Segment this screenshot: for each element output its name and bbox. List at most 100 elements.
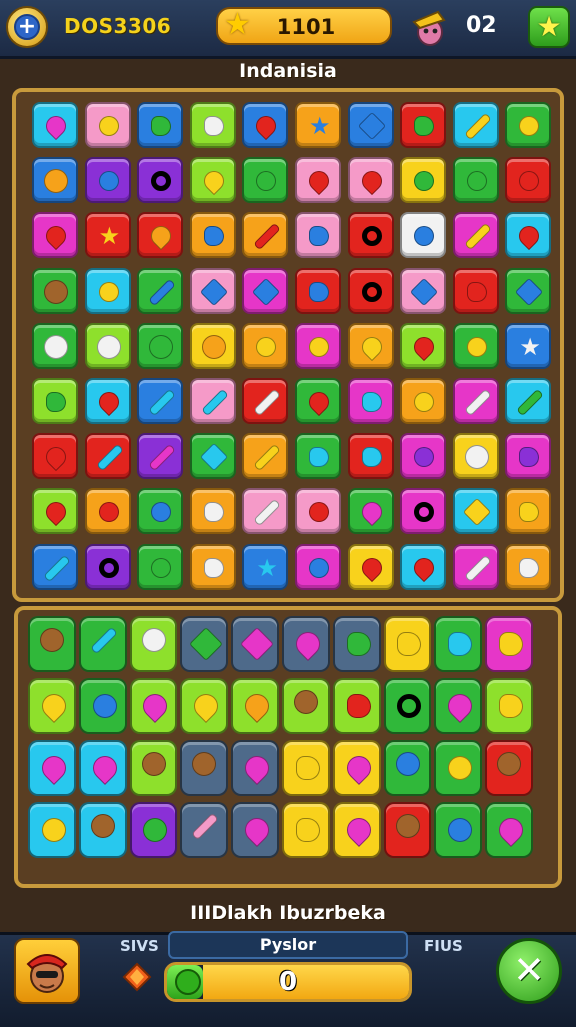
tray-piece[interactable]	[332, 678, 381, 734]
board-tile[interactable]	[189, 433, 236, 480]
board-tile[interactable]	[84, 488, 131, 535]
board-tile[interactable]	[400, 267, 447, 314]
board-tile[interactable]: ★	[84, 212, 131, 259]
board-tile[interactable]	[347, 378, 394, 424]
board-tile[interactable]	[400, 322, 447, 369]
tray-piece[interactable]	[434, 740, 483, 796]
board-tile[interactable]	[347, 322, 394, 369]
board-tile[interactable]	[295, 378, 341, 424]
tray-piece[interactable]	[383, 616, 432, 672]
board-tile[interactable]	[505, 102, 552, 148]
board-tile[interactable]	[32, 433, 78, 480]
board-tile[interactable]	[137, 543, 184, 590]
board-tile[interactable]	[400, 378, 447, 424]
tray-piece[interactable]	[485, 616, 533, 672]
tray-piece[interactable]	[434, 802, 483, 858]
board-tile[interactable]	[242, 102, 289, 148]
tray-piece[interactable]	[180, 802, 229, 858]
board-tile[interactable]	[505, 433, 552, 480]
board-tile[interactable]	[505, 157, 552, 204]
tray-piece[interactable]	[485, 740, 533, 796]
board-tile[interactable]	[84, 378, 131, 424]
board-tile[interactable]	[347, 543, 394, 590]
board-tile[interactable]	[452, 488, 499, 535]
tray-piece[interactable]	[231, 616, 279, 672]
board-tile[interactable]	[452, 157, 499, 204]
board-tile[interactable]	[84, 322, 131, 369]
tray-piece[interactable]	[78, 740, 127, 796]
board-tile[interactable]	[32, 157, 78, 204]
tray-piece[interactable]	[28, 678, 76, 734]
tray-piece[interactable]	[180, 740, 229, 796]
board-tile[interactable]	[347, 488, 394, 535]
board-tile[interactable]	[32, 543, 78, 590]
board-tile[interactable]	[189, 102, 236, 148]
board-tile[interactable]: ★	[242, 543, 289, 590]
board-tile[interactable]	[505, 543, 552, 590]
board-tile[interactable]	[400, 212, 447, 259]
tray-piece[interactable]	[180, 678, 229, 734]
board-tile[interactable]	[347, 212, 394, 259]
board-tile[interactable]	[84, 102, 131, 148]
tray-piece[interactable]	[231, 740, 279, 796]
tray-piece[interactable]	[28, 802, 76, 858]
tray-piece[interactable]	[129, 740, 178, 796]
board-tile[interactable]	[295, 212, 341, 259]
board-tile[interactable]	[189, 322, 236, 369]
tray-piece[interactable]	[129, 802, 178, 858]
tray-piece[interactable]	[78, 802, 127, 858]
board-tile[interactable]	[242, 212, 289, 259]
board-tile[interactable]: ★	[295, 102, 341, 148]
board-tile[interactable]	[452, 433, 499, 480]
board-tile[interactable]	[505, 212, 552, 259]
tray-piece[interactable]	[282, 616, 330, 672]
board-tile[interactable]	[84, 157, 131, 204]
tray-piece[interactable]	[485, 678, 533, 734]
board-tile[interactable]	[452, 102, 499, 148]
board-tile[interactable]	[295, 543, 341, 590]
board-tile[interactable]	[137, 157, 184, 204]
tray-piece[interactable]	[282, 740, 330, 796]
board-tile[interactable]	[295, 267, 341, 314]
board-tile[interactable]	[137, 488, 184, 535]
board-tile[interactable]	[32, 267, 78, 314]
board-tile[interactable]	[189, 157, 236, 204]
board-tile[interactable]	[347, 267, 394, 314]
board-tile[interactable]	[400, 157, 447, 204]
board-tile[interactable]	[295, 433, 341, 480]
board-tile[interactable]	[295, 488, 341, 535]
board-tile[interactable]	[32, 102, 78, 148]
player-name-field[interactable]: Pyslor	[168, 931, 408, 959]
tray-piece[interactable]	[434, 616, 483, 672]
tray-piece[interactable]	[383, 678, 432, 734]
add-button[interactable]: +	[6, 6, 48, 48]
board-tile[interactable]	[84, 543, 131, 590]
tray-piece[interactable]	[383, 740, 432, 796]
board-tile[interactable]	[452, 322, 499, 369]
board-tile[interactable]	[452, 543, 499, 590]
tray-piece[interactable]	[383, 802, 432, 858]
board-tile[interactable]	[137, 102, 184, 148]
board-tile[interactable]	[400, 543, 447, 590]
tray-piece[interactable]	[282, 802, 330, 858]
board-tile[interactable]	[505, 488, 552, 535]
tray-piece[interactable]	[180, 616, 229, 672]
board-tile[interactable]	[400, 488, 447, 535]
tray-piece[interactable]	[129, 678, 178, 734]
board-tile[interactable]	[137, 433, 184, 480]
tray-piece[interactable]	[332, 616, 381, 672]
board-tile[interactable]	[84, 267, 131, 314]
board-tile[interactable]	[347, 102, 394, 148]
player-avatar-icon[interactable]	[408, 6, 448, 48]
board-tile[interactable]	[295, 157, 341, 204]
board-tile[interactable]	[32, 212, 78, 259]
board-tile[interactable]	[505, 267, 552, 314]
board-tile[interactable]	[32, 378, 78, 424]
board-tile[interactable]	[242, 267, 289, 314]
board-tile[interactable]	[189, 267, 236, 314]
favorites-button[interactable]: ★	[528, 6, 570, 48]
board-tile[interactable]: ★	[505, 322, 552, 369]
tray-piece[interactable]	[485, 802, 533, 858]
board-tile[interactable]	[400, 102, 447, 148]
board-tile[interactable]	[400, 433, 447, 480]
